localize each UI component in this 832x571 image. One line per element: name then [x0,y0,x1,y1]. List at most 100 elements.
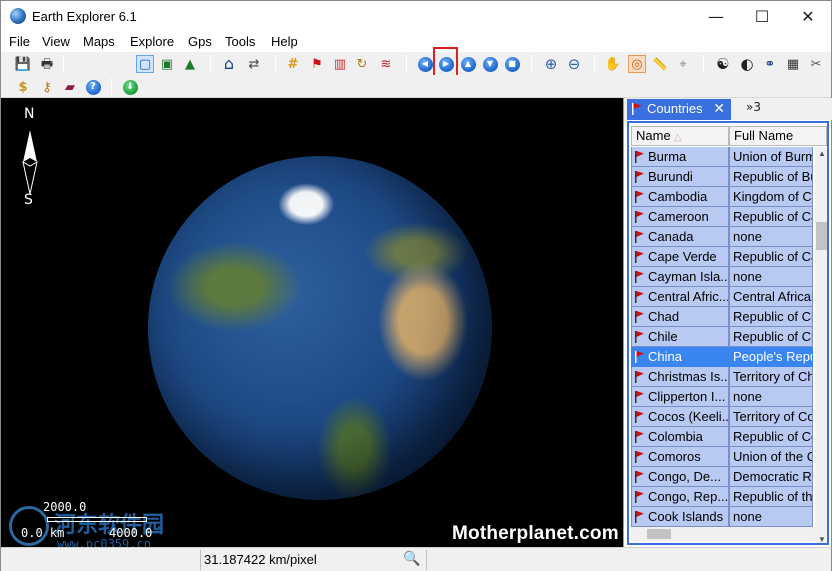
view-map-icon[interactable]: ▣ [158,55,176,73]
country-name-text: Comoros [648,449,701,464]
scrollbar-thumb[interactable] [816,222,827,250]
calculator-icon[interactable]: ▦ [784,55,802,73]
compass-south-label: S [24,192,33,208]
vertical-scrollbar[interactable]: ▲ ▼ [815,147,827,543]
scale-bar: 2000.0 0.0 km 4000.0 [9,500,209,545]
cell-country-name: Clipperton I... [631,387,729,407]
column-header-full-name[interactable]: Full Name [729,126,827,146]
maximize-button[interactable]: ☐ [739,1,785,32]
country-name-text: Colombia [648,429,703,444]
table-row[interactable]: Clipperton I... none [631,387,813,407]
menu-help[interactable]: Help [271,34,298,49]
zoom-out-icon[interactable]: ⊖ [565,55,583,73]
scroll-down-icon[interactable]: ▼ [815,533,827,543]
flag-icon[interactable]: ⚑ [308,55,326,73]
save-icon[interactable]: 💾 [14,55,32,73]
earth-globe[interactable] [148,156,492,500]
view-globe-icon[interactable]: ▢ [136,55,154,73]
table-row[interactable]: Burundi Republic of Burundi [631,167,813,187]
table-row[interactable]: Colombia Republic of Colombia [631,427,813,447]
book-icon[interactable]: ▰ [61,78,79,96]
nav-stop-icon: ■ [504,56,520,72]
table-row[interactable]: Cook Islands none [631,507,813,527]
cell-full-name: Republic of Chile [729,327,813,347]
dollar-icon[interactable]: $ [14,78,32,96]
tab-overflow-button[interactable]: »3 [746,100,761,114]
chart-icon[interactable]: ▥ [331,55,349,73]
table-row[interactable]: Christmas Is...Territory of Christmas Is… [631,367,813,387]
ruler-icon[interactable]: 📏 [651,55,669,73]
table-row[interactable]: Cape Verde Republic of Cape Verde [631,247,813,267]
tab-close-icon[interactable]: ✕ [713,99,725,119]
flag-icon [635,211,644,223]
flag-icon [635,471,644,483]
country-name-text: Cocos (Keeli... [648,409,729,424]
toolbar-separator [594,55,595,73]
sort-ascending-icon: △ [673,132,682,143]
print-icon[interactable]: 🖶 [38,55,56,73]
compass-north-label: N [24,106,35,122]
table-row[interactable]: Canada none [631,227,813,247]
horizontal-scrollbar[interactable] [631,527,815,541]
tools-icon[interactable]: ✂ [807,55,825,73]
rotate-icon[interactable]: ↻ [353,55,371,73]
close-button[interactable]: ✕ [785,1,831,32]
table-row[interactable]: Chile Republic of Chile [631,327,813,347]
menu-gps[interactable]: Gps [188,34,212,49]
cell-country-name: Cambodia [631,187,729,207]
cell-country-name: Congo, Rep... [631,487,729,507]
table-row[interactable]: Cayman Isla... none [631,267,813,287]
country-name-text: Burma [648,149,687,164]
cell-full-name: Kingdom of Cambodia [729,187,813,207]
cell-full-name: Union of Burma [729,147,813,167]
zoom-in-icon[interactable]: ⊕ [542,55,560,73]
scroll-up-icon[interactable]: ▲ [815,147,827,161]
menu-file[interactable]: File [9,34,30,49]
table-row[interactable]: Congo, De... Democratic Republic [631,467,813,487]
table-row[interactable]: Central Afric...Central African Republic [631,287,813,307]
gps-icon[interactable]: ⌖ [674,55,692,73]
country-name-text: Congo, Rep... [648,489,729,504]
flag-icon [635,191,644,203]
app-window: Earth Explorer 6.1 — ☐ ✕ File View Maps … [0,0,832,571]
magnifier-icon[interactable]: 🔍 [403,551,421,569]
hand-icon[interactable]: ✋ [604,55,622,73]
table-row[interactable]: Congo, Rep...Republic of the Congo [631,487,813,507]
cell-country-name: Comoros [631,447,729,467]
home-icon[interactable]: ⌂ [220,55,238,73]
download-button[interactable]: ⬇ [121,78,139,96]
globe-view[interactable]: N S [1,98,623,547]
locate-icon[interactable]: ⇄ [245,55,263,73]
keys-icon[interactable]: ⚷ [38,78,56,96]
country-name-text: Chad [648,309,680,324]
minimize-button[interactable]: — [693,1,739,32]
table-row[interactable]: China People's Republic of China [631,347,813,367]
menu-explore[interactable]: Explore [130,34,174,49]
menu-view[interactable]: View [42,34,70,49]
yin-yang-icon[interactable]: ☯ [714,55,732,73]
menu-tools[interactable]: Tools [225,34,255,49]
signal-icon[interactable]: ≋ [377,55,395,73]
column-header-name[interactable]: Name △ [631,126,729,146]
target-icon[interactable]: ◎ [628,55,646,73]
table-row[interactable]: Burma Union of Burma [631,147,813,167]
country-name-text: Canada [648,229,694,244]
table-row[interactable]: Comoros Union of the Comoros [631,447,813,467]
nav-down-button[interactable]: ▼ [481,55,499,73]
view-terrain-icon[interactable]: ▲ [181,55,199,73]
table-row[interactable]: Cameroon Republic of Cameroon [631,207,813,227]
table-row[interactable]: Chad Republic of Chad [631,307,813,327]
hscrollbar-thumb[interactable] [647,529,671,539]
binoculars-icon[interactable]: ⚭ [761,55,779,73]
menu-maps[interactable]: Maps [83,34,115,49]
table-row[interactable]: Cocos (Keeli...Territory of Cocos Island… [631,407,813,427]
help-button[interactable]: ? [84,78,102,96]
nav-left-button[interactable]: ◀ [416,55,434,73]
grid-icon[interactable]: # [284,55,302,73]
tab-countries[interactable]: Countries ✕ [627,99,731,120]
cell-country-name: Cocos (Keeli... [631,407,729,427]
nav-up-button[interactable]: ▲ [459,55,477,73]
contrast-icon[interactable]: ◐ [738,55,756,73]
table-row[interactable]: Cambodia Kingdom of Cambodia [631,187,813,207]
nav-stop-button[interactable]: ■ [503,55,521,73]
